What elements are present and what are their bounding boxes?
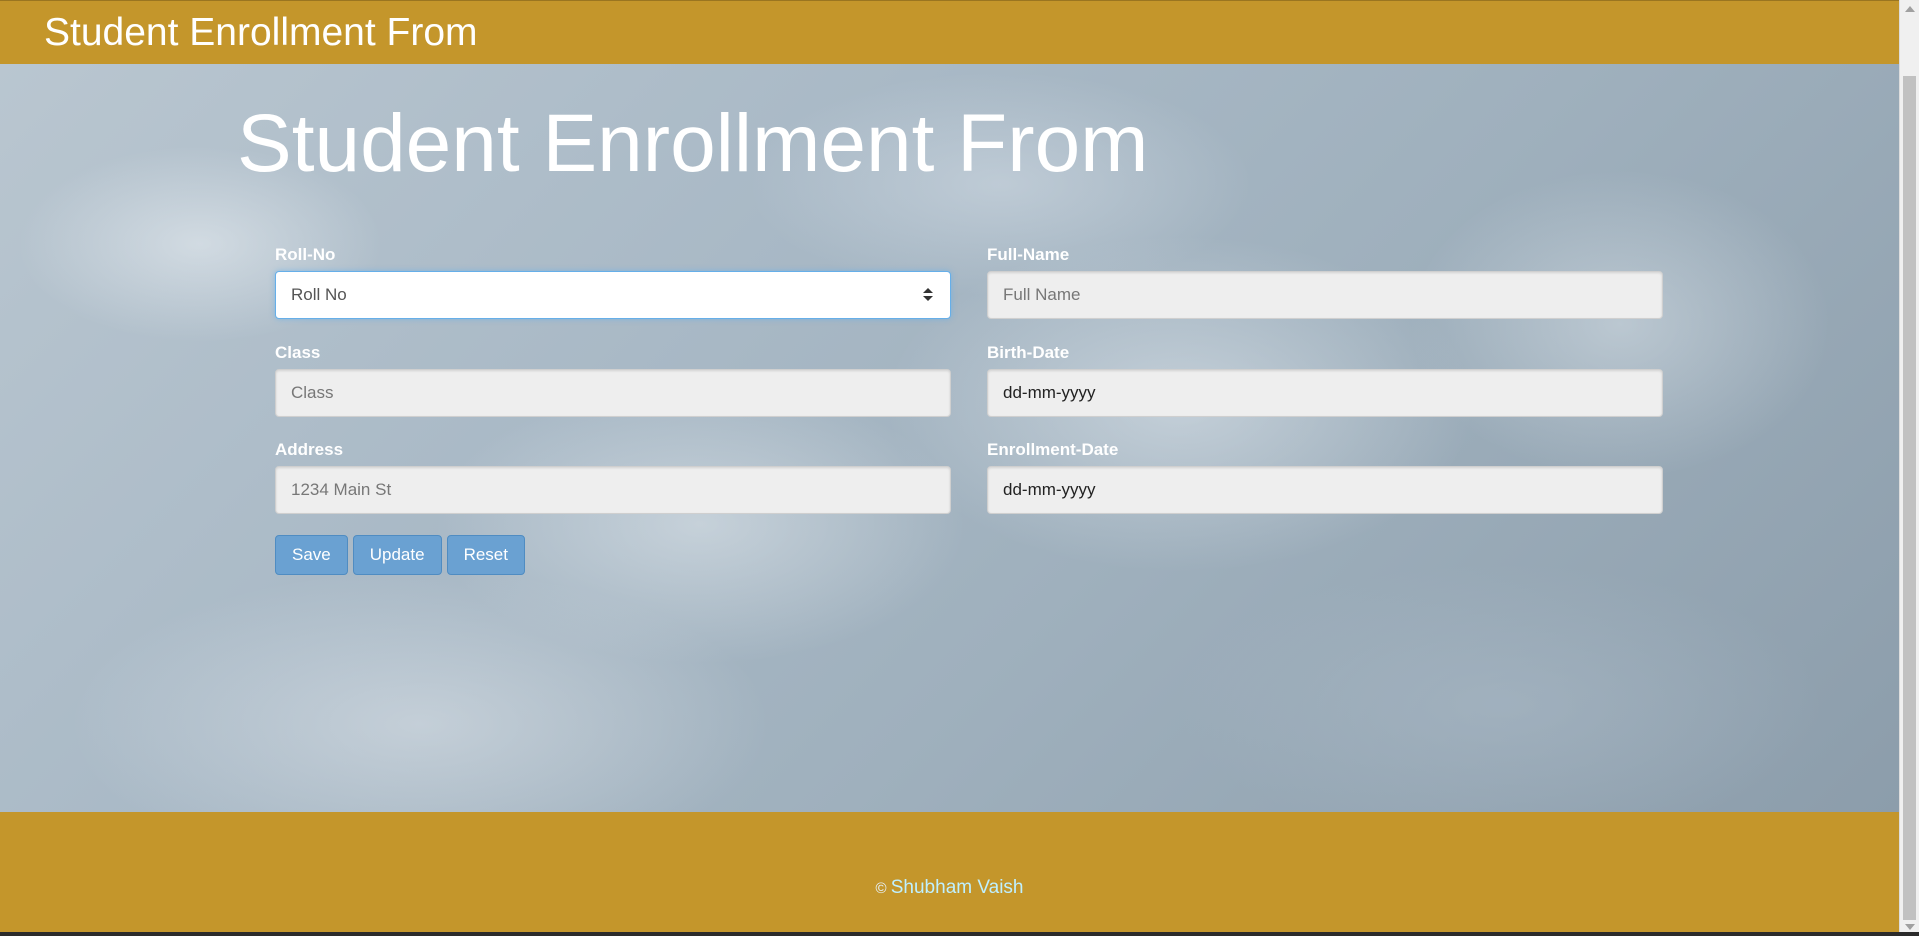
reset-button[interactable]: Reset <box>446 535 525 575</box>
full-name-label: Full-Name <box>987 245 1070 264</box>
enrollment-date-group: Enrollment-Date dd-mm-yyyy <box>987 439 1663 514</box>
address-input[interactable] <box>276 467 950 513</box>
roll-no-label: Roll-No <box>275 245 336 264</box>
form-buttons: Save Update Reset <box>275 535 525 575</box>
birth-date-label: Birth-Date <box>987 343 1070 362</box>
class-group: Class <box>275 342 951 417</box>
navbar-brand-title[interactable]: Student Enrollment From <box>44 9 478 57</box>
address-box <box>275 466 951 514</box>
number-spinner-icon[interactable] <box>922 285 934 305</box>
class-box <box>275 369 951 417</box>
scroll-down-arrow-icon[interactable] <box>1905 924 1915 930</box>
class-label: Class <box>275 343 321 362</box>
spinner-up-arrow-icon[interactable] <box>923 288 933 293</box>
roll-no-box <box>275 271 951 319</box>
enrollment-date-field[interactable]: dd-mm-yyyy <box>987 466 1663 514</box>
page-heading: Student Enrollment From <box>237 98 1149 189</box>
vertical-scrollbar[interactable] <box>1899 0 1919 936</box>
author-link[interactable]: Shubham Vaish <box>891 877 1024 898</box>
top-navbar: Student Enrollment From <box>0 0 1899 64</box>
class-input[interactable] <box>276 370 950 416</box>
copyright-symbol: © <box>875 880 891 897</box>
scrollbar-thumb[interactable] <box>1903 76 1916 920</box>
address-group: Address <box>275 439 951 514</box>
update-button[interactable]: Update <box>352 535 442 575</box>
roll-no-group: Roll-No <box>275 244 951 319</box>
birth-date-display: dd-mm-yyyy <box>1003 383 1096 402</box>
page: Student Enrollment From Student Enrollme… <box>0 0 1899 936</box>
window-bottom-edge <box>0 932 1919 936</box>
full-name-group: Full-Name <box>987 244 1663 319</box>
save-button[interactable]: Save <box>275 535 348 575</box>
footer-credit: © Shubham Vaish <box>0 876 1899 901</box>
scroll-up-arrow-icon[interactable] <box>1905 6 1915 12</box>
footer: © Shubham Vaish <box>0 812 1899 936</box>
birth-date-group: Birth-Date dd-mm-yyyy <box>987 342 1663 417</box>
birth-date-field[interactable]: dd-mm-yyyy <box>987 369 1663 417</box>
full-name-box <box>987 271 1663 319</box>
spinner-down-arrow-icon[interactable] <box>923 296 933 301</box>
address-label: Address <box>275 440 344 459</box>
roll-no-input[interactable] <box>276 272 950 318</box>
enrollment-date-display: dd-mm-yyyy <box>1003 480 1096 499</box>
full-name-input[interactable] <box>988 272 1662 318</box>
enrollment-date-label: Enrollment-Date <box>987 440 1119 459</box>
